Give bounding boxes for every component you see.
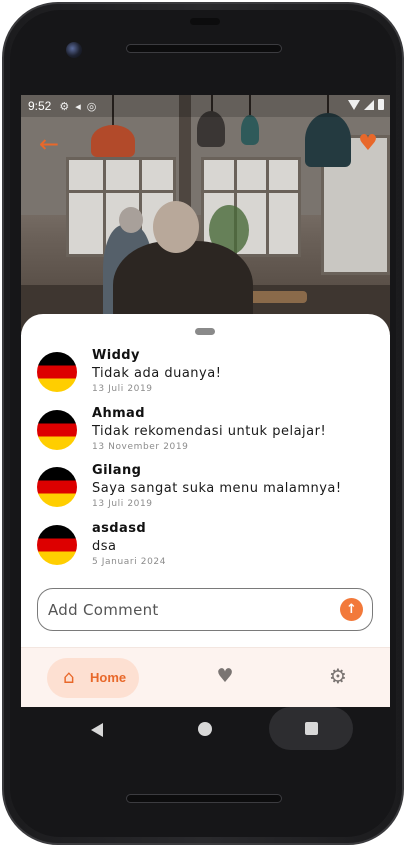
comment-item: Gilang Saya sangat suka menu malamnya! 1…	[37, 451, 377, 509]
front-camera	[66, 42, 82, 58]
photo-table	[247, 291, 307, 303]
gear-icon: ⚙	[59, 99, 70, 113]
arrow-left-icon[interactable]: ←	[35, 132, 63, 157]
photo-lamp	[91, 125, 135, 157]
comment-text: Tidak ada duanya!	[92, 366, 222, 381]
nav-home-button[interactable]: ⌂ Home	[47, 658, 139, 698]
heart-icon[interactable]: ♥	[213, 664, 237, 688]
comment-date: 13 Juli 2019	[92, 384, 153, 394]
system-home-icon[interactable]	[198, 722, 212, 736]
comments-sheet: Widdy Tidak ada duanya! 13 Juli 2019 Ahm…	[21, 314, 390, 647]
app-screen: 9:52 ⚙ ◂ ◎ ← ♥ Widdy Tidak ada duanya! 1…	[21, 95, 390, 707]
comment-author: Widdy	[92, 348, 140, 363]
comment-item: Ahmad Tidak rekomendasi untuk pelajar! 1…	[37, 394, 377, 452]
comment-author: Gilang	[92, 463, 142, 478]
system-navigation-bar	[21, 707, 390, 751]
signal-icon	[364, 99, 374, 110]
add-comment-field: ↑	[37, 588, 373, 631]
system-back-icon[interactable]	[91, 723, 103, 737]
wifi-icon	[348, 99, 360, 110]
comment-author: Ahmad	[92, 406, 145, 421]
germany-flag-avatar	[37, 410, 77, 450]
comment-date: 5 Januari 2024	[92, 557, 167, 567]
comment-text: dsa	[92, 539, 117, 554]
system-recents-icon[interactable]	[305, 722, 318, 735]
bottom-navigation: ⌂ Home ♥ ⚙	[21, 647, 390, 707]
comment-item: asdasd dsa 5 Januari 2024	[37, 509, 377, 567]
nav-home-label: Home	[90, 670, 127, 685]
status-time: 9:52	[28, 99, 52, 113]
restaurant-photo: 9:52 ⚙ ◂ ◎ ← ♥	[21, 95, 390, 335]
comment-date: 13 Juli 2019	[92, 499, 153, 509]
bottom-speaker	[126, 794, 282, 803]
photo-head	[119, 207, 143, 233]
heart-icon[interactable]: ♥	[355, 131, 381, 157]
photo-lamp	[241, 115, 259, 145]
flutter-icon: ◂	[75, 99, 81, 113]
germany-flag-avatar	[37, 467, 77, 507]
status-bar: 9:52 ⚙ ◂ ◎	[21, 95, 390, 117]
top-speaker	[126, 44, 282, 53]
earpiece-slot	[190, 18, 220, 25]
drag-handle[interactable]	[195, 328, 215, 335]
germany-flag-avatar	[37, 525, 77, 565]
battery-icon	[378, 99, 384, 110]
home-icon: ⌂	[63, 667, 75, 688]
photo-lamp	[305, 113, 351, 167]
arrow-up-icon[interactable]: ↑	[340, 598, 363, 621]
photo-head	[153, 201, 199, 253]
status-right-icons	[348, 99, 384, 110]
at-icon: ◎	[86, 99, 97, 113]
add-comment-input[interactable]	[48, 599, 328, 621]
comment-item: Widdy Tidak ada duanya! 13 Juli 2019	[37, 336, 377, 394]
gear-icon[interactable]: ⚙	[326, 664, 350, 688]
comment-text: Saya sangat suka menu malamnya!	[92, 481, 342, 496]
comment-author: asdasd	[92, 521, 147, 536]
germany-flag-avatar	[37, 352, 77, 392]
comment-text: Tidak rekomendasi untuk pelajar!	[92, 424, 327, 439]
